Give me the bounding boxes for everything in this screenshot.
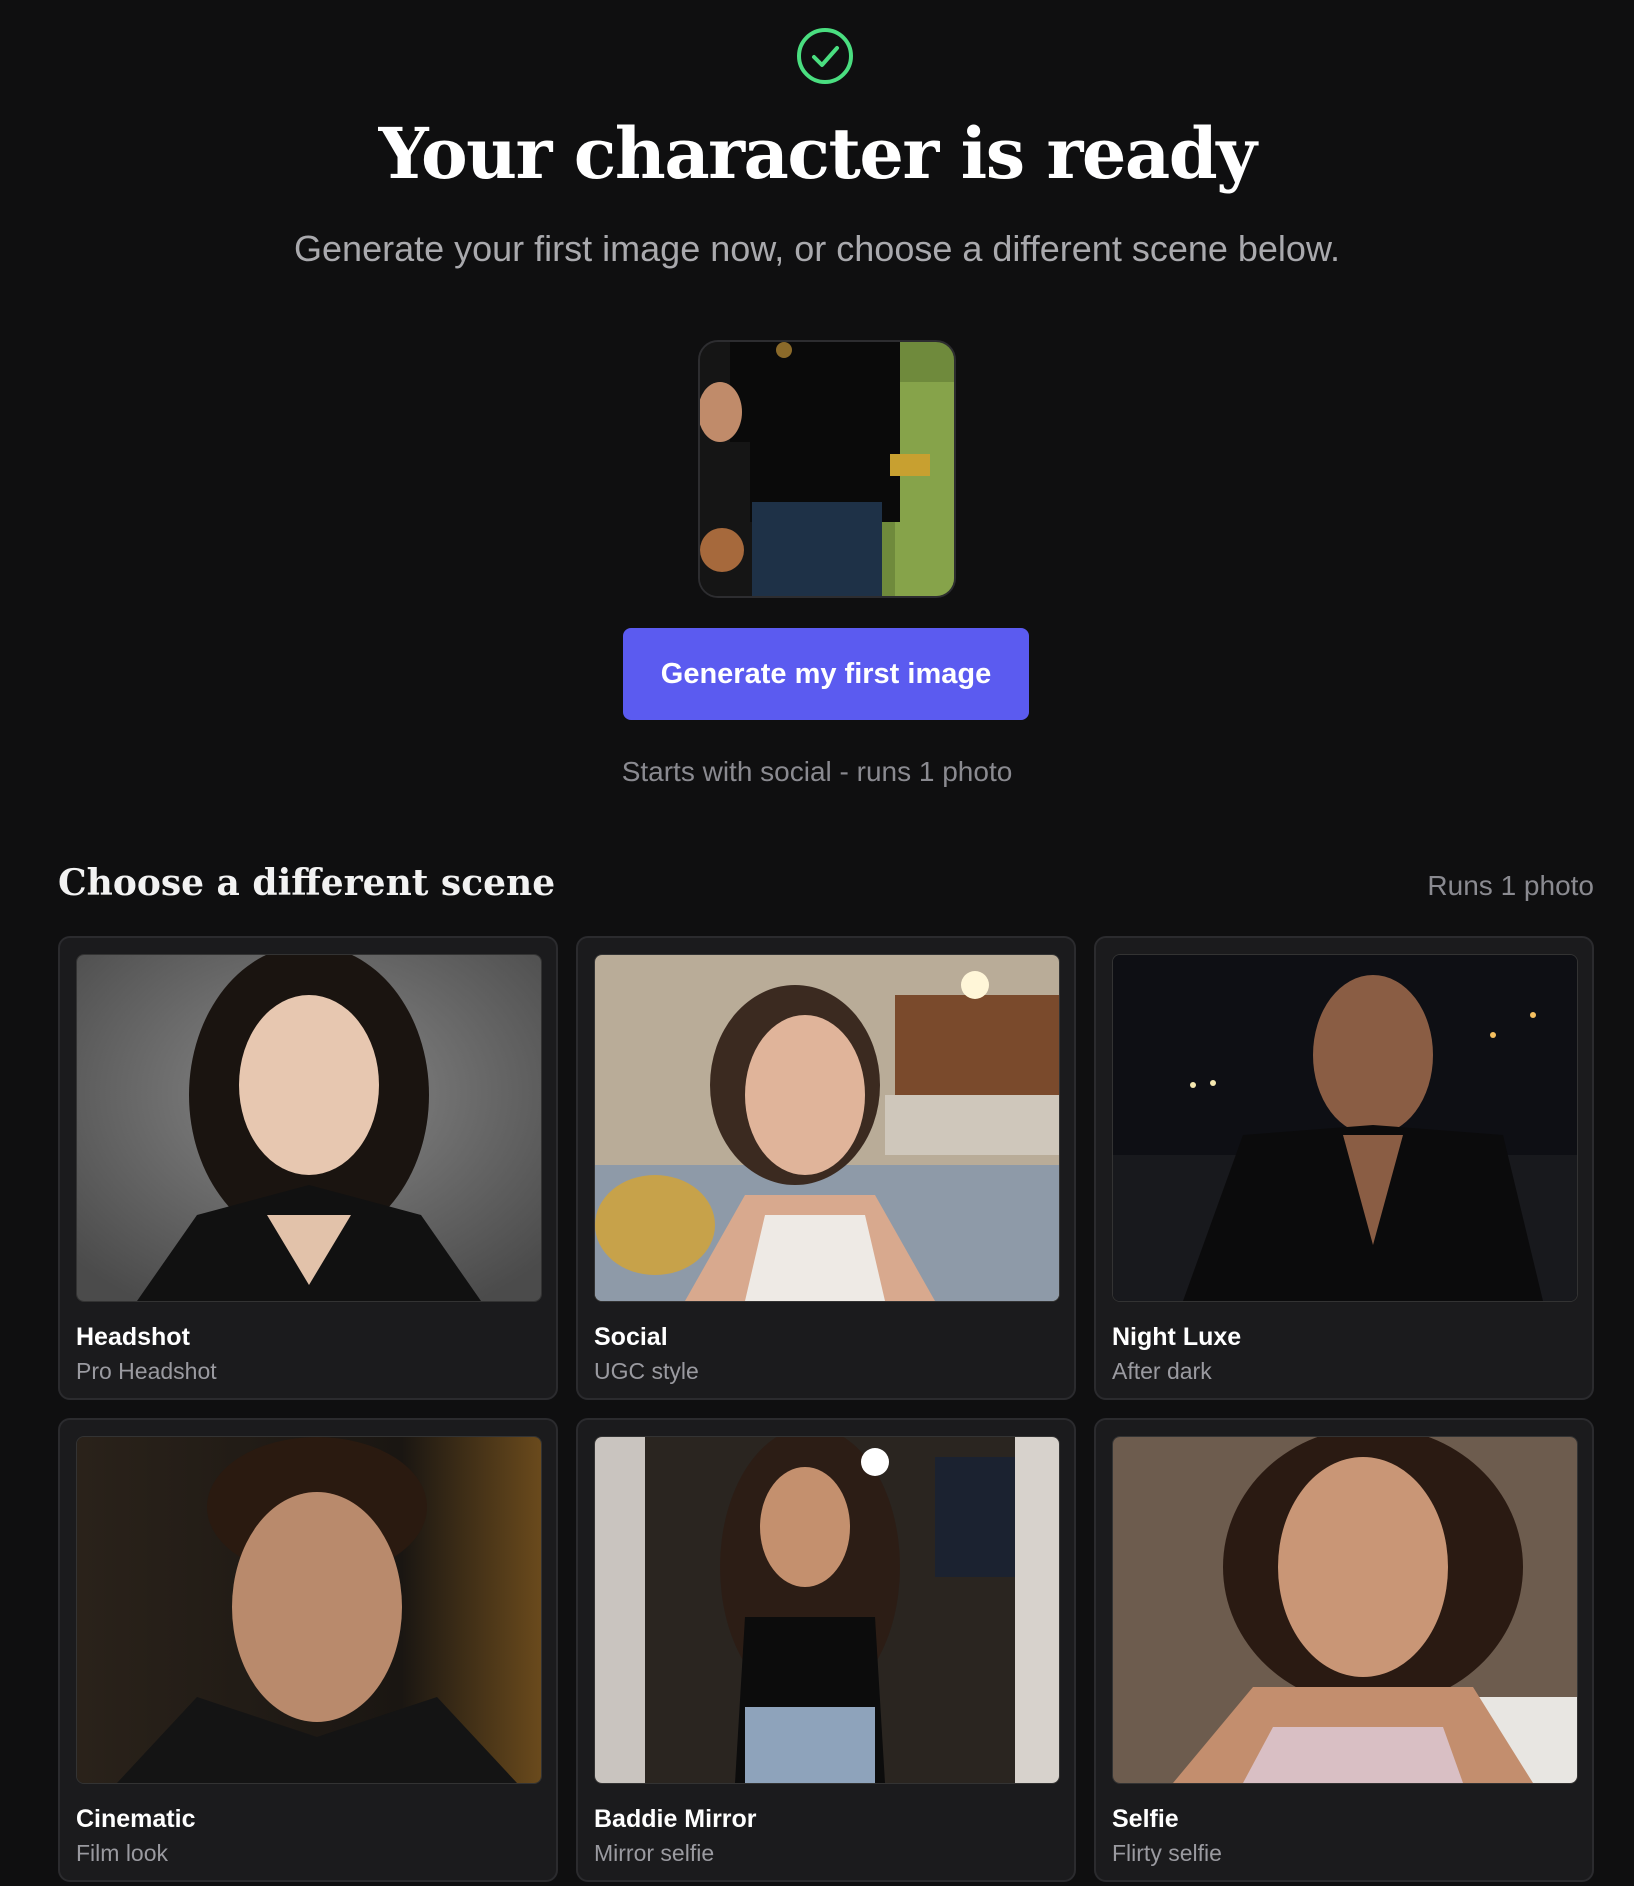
scenes-section-note: Runs 1 photo [1427,870,1594,901]
scene-description: UGC style [594,1358,699,1384]
scene-name: Selfie [1112,1805,1179,1833]
scene-description: After dark [1112,1358,1212,1384]
page-subtitle: Generate your first image now, or choose… [294,228,1340,269]
scene-card-cinematic[interactable]: Cinematic Film look [58,1418,558,1882]
scene-thumbnail [594,954,1060,1302]
scene-card-social[interactable]: Social UGC style [576,936,1076,1400]
generate-first-image-button[interactable]: Generate my first image [623,628,1029,720]
scene-name: Night Luxe [1112,1323,1242,1351]
scene-name: Social [594,1323,668,1351]
scene-name: Cinematic [76,1805,196,1833]
generate-hint: Starts with social - runs 1 photo [621,756,1013,787]
character-preview-image [698,340,956,598]
scene-thumbnail [1112,1436,1578,1784]
scene-thumbnail [76,1436,542,1784]
scene-thumbnail [1112,954,1578,1302]
scene-card-headshot[interactable]: Headshot Pro Headshot [58,936,558,1400]
scene-description: Mirror selfie [594,1840,715,1866]
scene-name: Headshot [76,1323,190,1351]
scene-name: Baddie Mirror [594,1805,757,1833]
page-title: Your character is ready [378,112,1257,195]
scene-description: Flirty selfie [1112,1840,1222,1866]
scene-description: Pro Headshot [76,1358,217,1384]
scene-thumbnail [76,954,542,1302]
scenes-section-title: Choose a different scene [58,862,556,904]
scene-description: Film look [76,1840,169,1866]
page: Your character is ready Generate your fi… [0,0,1634,1886]
check-circle-icon [796,27,854,85]
scene-card-selfie[interactable]: Selfie Flirty selfie [1094,1418,1594,1882]
scene-thumbnail [594,1436,1060,1784]
scene-card-baddie-mirror[interactable]: Baddie Mirror Mirror selfie [576,1418,1076,1882]
scene-card-night-luxe[interactable]: Night Luxe After dark [1094,936,1594,1400]
